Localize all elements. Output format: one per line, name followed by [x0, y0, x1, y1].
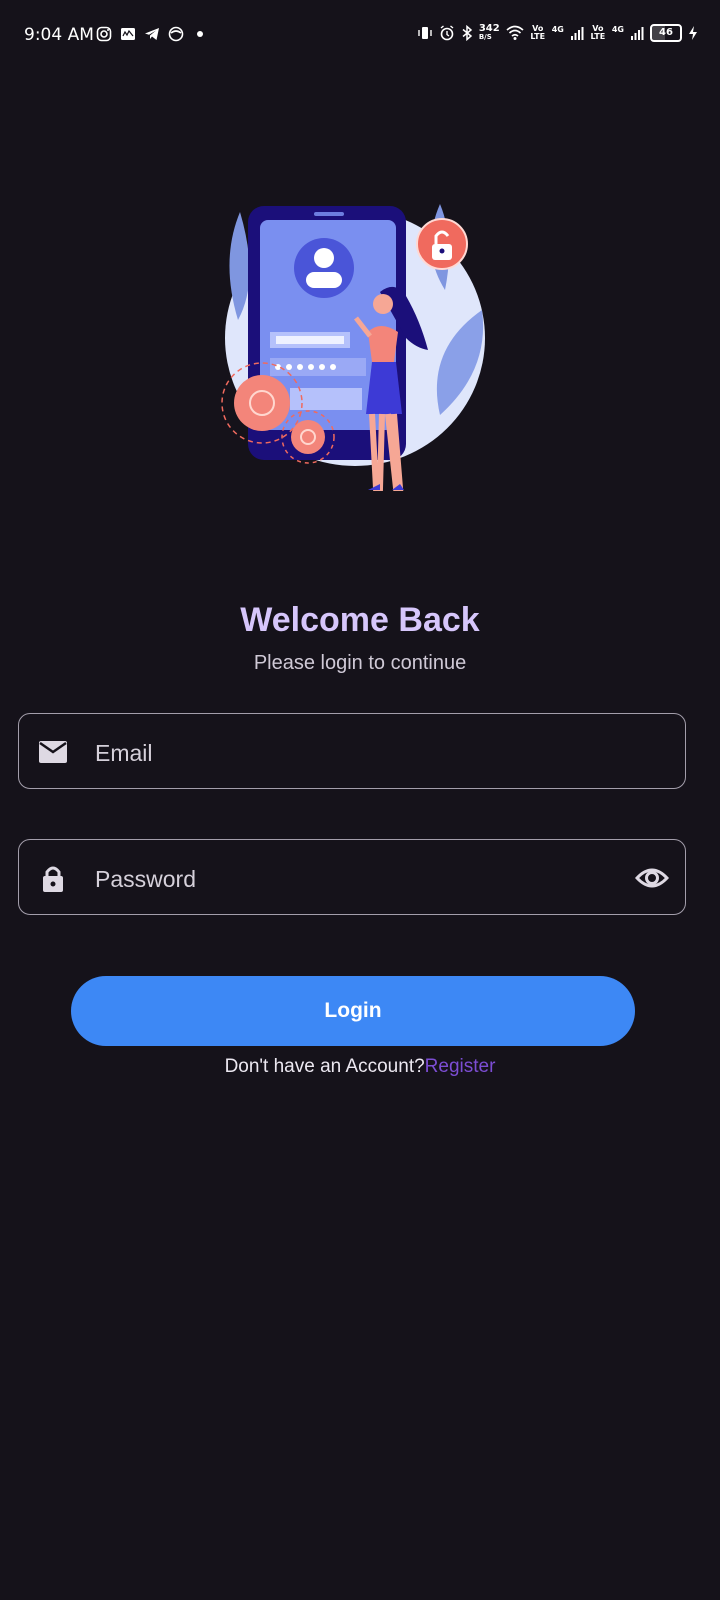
gear-icon-small	[291, 420, 325, 454]
battery-icon: 46	[650, 24, 682, 42]
register-link[interactable]: Register	[425, 1056, 496, 1077]
register-prompt-text: Don't have an Account?	[224, 1056, 425, 1077]
username-field-fill	[276, 336, 344, 344]
email-field[interactable]	[18, 713, 686, 792]
volte-indicator-1: Vo LTE	[530, 24, 546, 41]
network-type-1: 4G	[551, 24, 564, 34]
instagram-icon	[96, 26, 112, 42]
bluetooth-icon	[462, 25, 473, 41]
welcome-title: Welcome Back	[240, 601, 480, 639]
notification-icons	[96, 26, 208, 42]
telegram-icon	[145, 28, 159, 40]
phone-speaker	[314, 212, 344, 216]
system-icons: 342 B/S Vo LTE 4G Vo LTE 4G 46	[417, 24, 698, 42]
battery-level: 46	[659, 27, 673, 38]
welcome-subtitle: Please login to continue	[253, 652, 467, 674]
alarm-icon	[440, 25, 454, 41]
padlock-keyhole	[439, 248, 445, 254]
register-prompt: Don't have an Account?Register	[0, 1056, 720, 1078]
charging-bolt-icon	[689, 26, 697, 40]
password-input[interactable]	[93, 840, 617, 918]
mail-icon	[39, 741, 67, 763]
woman-top	[368, 326, 398, 362]
email-input[interactable]	[93, 714, 617, 792]
network-type-2: 4G	[611, 24, 624, 34]
avatar-head	[314, 248, 334, 268]
password-field[interactable]	[18, 839, 686, 918]
more-notifications-dot-icon	[197, 31, 203, 37]
visibility-toggle-eye-icon[interactable]	[635, 864, 669, 892]
network-speed-value: 342	[478, 23, 500, 34]
login-button[interactable]: Login	[71, 976, 635, 1046]
login-illustration	[221, 204, 485, 491]
camera-app-icon	[168, 26, 184, 42]
woman-skirt	[366, 362, 402, 414]
woman-head	[373, 294, 393, 314]
gear-icon-large	[234, 375, 290, 431]
signal-icon-2	[631, 27, 644, 40]
button-graphic	[290, 388, 362, 410]
network-speed: 342 B/S	[479, 24, 500, 42]
network-speed-unit: B/S	[478, 33, 492, 41]
status-bar: 9:04 AM 342 B/S Vo LTE 4G Vo LTE 4G 46	[0, 0, 720, 72]
lock-icon	[43, 866, 63, 892]
status-time: 9:04 AM	[24, 25, 94, 45]
vibrate-icon	[418, 27, 432, 39]
avatar-body	[306, 272, 342, 288]
password-field-graphic	[270, 358, 366, 376]
wifi-icon	[506, 25, 524, 40]
signal-icon-1	[570, 27, 584, 40]
app-notification-icon	[121, 28, 135, 40]
volte-indicator-2: Vo LTE	[590, 24, 606, 41]
